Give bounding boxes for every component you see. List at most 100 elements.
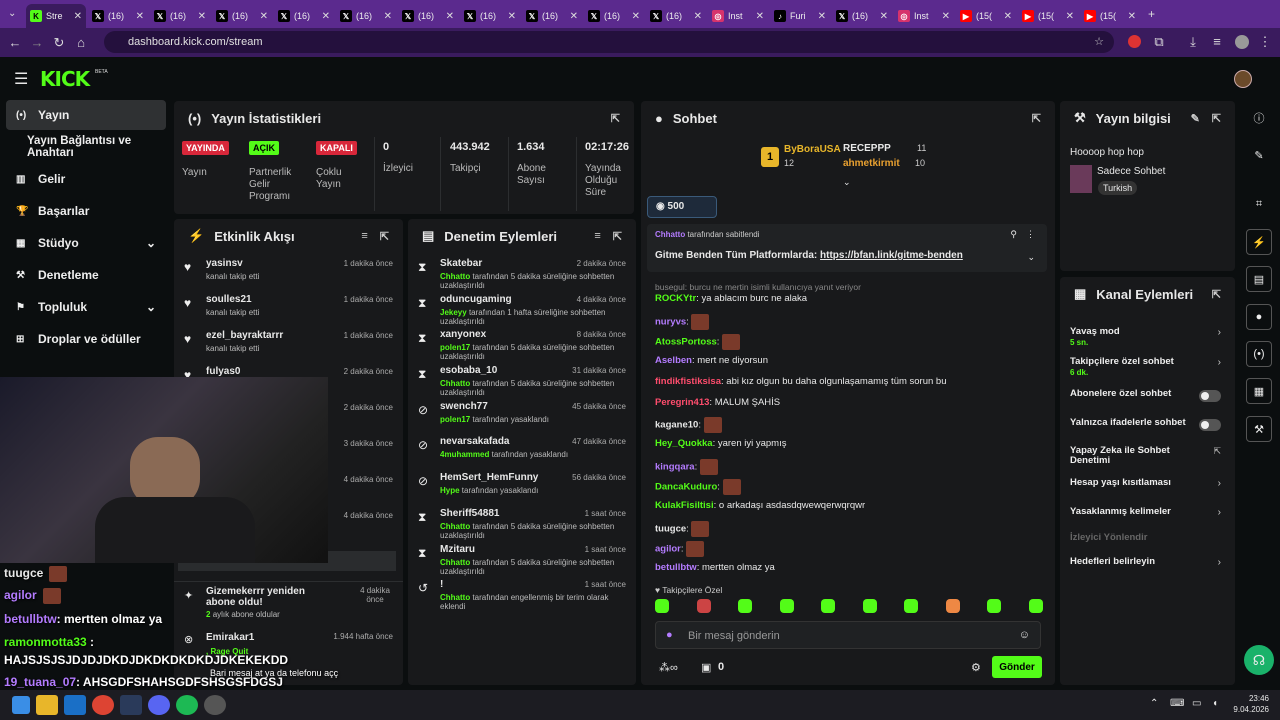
pinned-link[interactable]: https://bfan.link/gitme-benden bbox=[820, 250, 963, 261]
close-icon[interactable]: ✕ bbox=[1128, 11, 1136, 22]
filter-icon[interactable]: ≡ bbox=[594, 230, 600, 243]
mic-icon[interactable]: ● bbox=[666, 629, 673, 641]
kick-logo[interactable]: KICK bbox=[40, 67, 90, 91]
chat-username[interactable]: Peregrin413 bbox=[655, 397, 709, 408]
url-bar[interactable]: dashboard.kick.com/stream ☆ bbox=[104, 31, 1114, 53]
sidebar-item-5[interactable]: ⚒ Denetleme bbox=[0, 260, 168, 290]
channel-action-row[interactable]: Yalnızca ifadelerle sohbet bbox=[1060, 416, 1235, 442]
close-icon[interactable]: ✕ bbox=[508, 11, 516, 22]
bookmark-star-icon[interactable]: ☆ bbox=[1094, 31, 1104, 53]
chat-username[interactable]: tuugce bbox=[655, 523, 686, 534]
media-player-icon[interactable] bbox=[204, 695, 226, 715]
emote-button[interactable] bbox=[1028, 599, 1043, 613]
close-icon[interactable]: ✕ bbox=[880, 11, 888, 22]
doc-icon[interactable]: ▤ bbox=[1246, 266, 1272, 292]
browser-tab[interactable]: 𝕏 (16) ✕ bbox=[336, 4, 396, 28]
emote-button[interactable] bbox=[945, 599, 960, 613]
popout-icon[interactable]: ⇱ bbox=[1032, 112, 1041, 125]
emote-button[interactable] bbox=[738, 599, 752, 613]
back-icon[interactable]: ← bbox=[4, 35, 26, 50]
sidebar-item-4[interactable]: ▦ Stüdyo ⌄ bbox=[0, 228, 168, 258]
file-explorer-icon[interactable] bbox=[36, 695, 58, 715]
spotify-icon[interactable] bbox=[176, 695, 198, 715]
browser-tab[interactable]: ▶ (15(✕ bbox=[1080, 4, 1140, 28]
close-icon[interactable]: ✕ bbox=[694, 11, 702, 22]
popout-icon[interactable]: ⇱ bbox=[380, 230, 389, 243]
popout-icon[interactable]: ⇱ bbox=[1212, 112, 1221, 125]
close-icon[interactable]: ✕ bbox=[1066, 11, 1074, 22]
chat-username[interactable]: Hey_Quokka bbox=[655, 438, 713, 449]
browser-tab[interactable]: 𝕏 (16) ✕ bbox=[212, 4, 272, 28]
browser-tab[interactable]: 𝕏 (16) ✕ bbox=[150, 4, 210, 28]
settings-gear-icon[interactable]: ⚙ bbox=[971, 661, 981, 674]
chat-username[interactable]: ROCKYtr bbox=[655, 293, 696, 304]
chat-username[interactable]: kingqara bbox=[655, 461, 695, 472]
chat-input[interactable]: ● Bir mesaj gönderin ☺ bbox=[655, 621, 1041, 649]
browser-tab[interactable]: 𝕏 (16) ✕ bbox=[832, 4, 892, 28]
close-icon[interactable]: ✕ bbox=[1004, 11, 1012, 22]
browser-tab[interactable]: ▶ (15(✕ bbox=[956, 4, 1016, 28]
sidebar-item-2[interactable]: ▥ Gelir bbox=[0, 164, 168, 194]
browser-tab[interactable]: 𝕏 (16) ✕ bbox=[88, 4, 148, 28]
queue-icon[interactable]: ≡ bbox=[1206, 34, 1228, 49]
emote-button[interactable] bbox=[821, 599, 835, 613]
actions-icon[interactable]: ▦ bbox=[1246, 378, 1272, 404]
chat-icon[interactable]: ● bbox=[1246, 304, 1272, 330]
browser-tab[interactable]: ◎ Inst ✕ bbox=[708, 4, 768, 28]
channel-points-icon[interactable]: ⁂∞ bbox=[659, 661, 678, 674]
pin-icon[interactable]: ⚲ bbox=[1010, 229, 1017, 240]
info-icon[interactable]: ⓘ bbox=[1246, 105, 1272, 131]
steam-icon[interactable] bbox=[120, 695, 142, 715]
support-icon[interactable]: ☊ bbox=[1244, 645, 1274, 675]
sidebar-item-1[interactable]: Yayın Bağlantısı ve Anahtarı bbox=[0, 132, 168, 162]
emote-button[interactable] bbox=[696, 599, 711, 613]
chat-username[interactable]: kagane10 bbox=[655, 420, 698, 431]
more-icon[interactable]: ⋮ bbox=[1026, 229, 1035, 240]
channel-action-row[interactable]: Abonelere özel sohbet bbox=[1060, 387, 1235, 413]
sidebar-item-6[interactable]: ⚑ Topluluk ⌄ bbox=[0, 292, 168, 322]
browser-tab[interactable]: ◎ Inst ✕ bbox=[894, 4, 954, 28]
extension-icon[interactable] bbox=[1128, 35, 1141, 48]
chat-username[interactable]: DancaKuduro bbox=[655, 482, 717, 493]
close-icon[interactable]: ✕ bbox=[570, 11, 578, 22]
tab-list-icon[interactable]: ⌄ bbox=[8, 8, 16, 19]
close-icon[interactable]: ✕ bbox=[942, 11, 950, 22]
popout-icon[interactable]: ⇱ bbox=[1212, 288, 1221, 301]
close-icon[interactable]: ✕ bbox=[756, 11, 764, 22]
browser-tab[interactable]: 𝕏 (16) ✕ bbox=[522, 4, 582, 28]
outlook-icon[interactable] bbox=[64, 695, 86, 715]
send-button[interactable]: Gönder bbox=[992, 656, 1042, 678]
user-avatar[interactable] bbox=[1234, 70, 1252, 88]
volume-icon[interactable]: ◖ bbox=[1212, 698, 1218, 709]
browser-tab[interactable]: ♪ Furi ✕ bbox=[770, 4, 830, 28]
emoji-icon[interactable]: ☺ bbox=[1019, 629, 1030, 641]
emote-button[interactable] bbox=[904, 599, 918, 613]
channel-action-row[interactable]: Hesap yaşı kısıtlaması › bbox=[1060, 476, 1235, 502]
broadcast-icon[interactable]: (•) bbox=[1246, 341, 1272, 367]
close-icon[interactable]: ✕ bbox=[260, 11, 268, 22]
channel-action-row[interactable]: Yavaş mod 5 sn. › bbox=[1060, 325, 1235, 351]
forward-icon[interactable]: → bbox=[26, 35, 48, 50]
close-icon[interactable]: ✕ bbox=[384, 11, 392, 22]
chat-username[interactable]: findikfistiksisa bbox=[655, 376, 721, 387]
close-icon[interactable]: ✕ bbox=[198, 11, 206, 22]
channel-action-row[interactable]: Takipçilere özel sohbet 6 dk. › bbox=[1060, 355, 1235, 381]
discord-icon[interactable] bbox=[148, 695, 170, 715]
emote-button[interactable] bbox=[779, 599, 794, 613]
chat-username[interactable]: KulakFisiltisi bbox=[655, 500, 714, 511]
close-icon[interactable]: ✕ bbox=[818, 11, 826, 22]
close-icon[interactable]: ✕ bbox=[136, 11, 144, 22]
close-icon[interactable]: ✕ bbox=[446, 11, 454, 22]
goal-progress[interactable]: ◉ 500 bbox=[647, 196, 717, 218]
browser-tab[interactable]: 𝕏 (16) ✕ bbox=[274, 4, 334, 28]
hamburger-menu-icon[interactable]: ☰ bbox=[14, 69, 28, 89]
network-icon[interactable]: ▭ bbox=[1192, 698, 1201, 709]
close-icon[interactable]: ✕ bbox=[632, 11, 640, 22]
edit-icon[interactable]: ✎ bbox=[1191, 112, 1200, 125]
chat-username[interactable]: AtossPortoss bbox=[655, 337, 717, 348]
sidebar-item-3[interactable]: 🏆 Başarılar bbox=[0, 196, 168, 226]
popout-icon[interactable]: ⇱ bbox=[611, 112, 620, 125]
home-icon[interactable]: ⌂ bbox=[70, 35, 92, 50]
toggle-switch[interactable] bbox=[1199, 419, 1221, 431]
chat-username[interactable]: nuryvs bbox=[655, 316, 686, 327]
